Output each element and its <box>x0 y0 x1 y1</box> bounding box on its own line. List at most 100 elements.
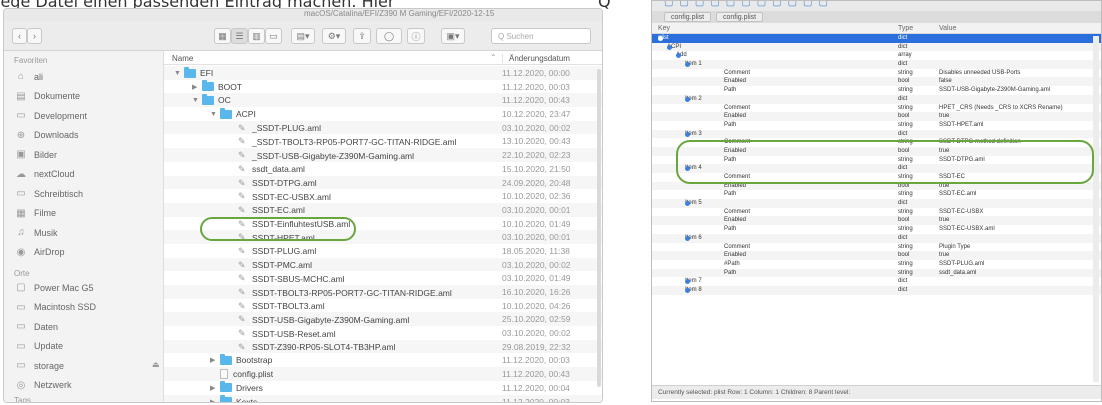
forward-button[interactable]: › <box>27 28 42 44</box>
propertree-scrollbar[interactable] <box>1093 36 1099 382</box>
file-row[interactable]: ✎ SSDT-USB-Reset.aml 03.10.2020, 00:02 <box>164 326 602 340</box>
sidebar-item-development[interactable]: ▭ Development <box>14 110 87 121</box>
sidebar-item-netzwerk[interactable]: ◎ Netzwerk <box>14 380 72 391</box>
plist-row[interactable]: Path string SSDT-USB-Gigabyte-Z390M-Gaming… <box>652 86 1101 95</box>
plist-row[interactable]: Comment string Plugin Type <box>652 243 1101 252</box>
expand-dot-icon[interactable] <box>685 235 690 241</box>
plist-row[interactable]: Comment string SSDT-EC-USBX <box>652 208 1101 217</box>
plist-row[interactable]: #Path string SSDT-PLUG.aml <box>652 260 1101 269</box>
file-row[interactable]: ✎ _SSDT-TBOLT3-RP05-PORT7-GC-TITAN-RIDGE.… <box>164 134 602 148</box>
sidebar-item-schreibtisch[interactable]: ▭ Schreibtisch <box>14 188 83 199</box>
back-button[interactable]: ‹ <box>12 28 27 44</box>
plist-row[interactable]: Path string SSDT-HPET.aml <box>652 121 1101 130</box>
plist-row[interactable]: Comment string Disables unneeded USB-Ports <box>652 69 1101 78</box>
expand-dot-icon[interactable] <box>667 44 672 50</box>
file-row[interactable]: ▶ Kexts 11.12.2020, 00:03 <box>164 394 602 403</box>
value-header[interactable]: Value <box>939 25 956 32</box>
sidebar-item-bilder[interactable]: ▣ Bilder <box>14 149 57 160</box>
sidebar-item-musik[interactable]: ♫ Musik <box>14 227 57 238</box>
info-button[interactable]: ⓘ <box>407 28 425 44</box>
expand-dot-icon[interactable] <box>685 131 690 137</box>
tab-config-plist-1[interactable]: config.plist <box>664 12 712 22</box>
file-row[interactable]: ✎ SSDT-Z390-RP05-SLOT4-TB3HP.aml 29.08.201… <box>164 339 602 354</box>
sidebar-item-power-mac-g5[interactable]: ▢ Power Mac G5 <box>14 282 93 293</box>
disclosure-closed-icon[interactable]: ▶ <box>210 356 220 364</box>
file-row[interactable]: ▼ ACPI 10.12.2020, 23:47 <box>164 107 602 121</box>
group-button[interactable]: ▤▾ <box>291 28 315 44</box>
column-name-header[interactable]: Name <box>172 54 193 63</box>
file-row[interactable]: ▼ EFI 11.12.2020, 00:00 <box>164 66 602 80</box>
plist-row[interactable]: Comment string HPET _CRS (Needs _CRS to XC… <box>652 104 1101 113</box>
plist-row[interactable]: Add array <box>652 51 1101 60</box>
plist-row[interactable]: Path string SSDT-EC.aml <box>652 190 1101 199</box>
type-header[interactable]: Type <box>898 25 913 32</box>
sidebar-item-dokumente[interactable]: ▤ Dokumente <box>14 91 80 102</box>
file-row[interactable]: ✎ SSDT-SBUS-MCHC.aml 03.10.2020, 01:49 <box>164 271 602 285</box>
sidebar-item-airdrop[interactable]: ◉ AirDrop <box>14 247 65 258</box>
plist-row[interactable]: Path string SSDT-EC-USBX.aml <box>652 225 1101 234</box>
sidebar-item-update[interactable]: ▭ Update <box>14 341 63 352</box>
plist-row[interactable]: Item 8 dict <box>652 285 1101 295</box>
file-row[interactable]: ✎ SSDT-EC-USBX.aml 10.10.2020, 02:36 <box>164 189 602 203</box>
file-row[interactable]: ✎ ssdt_data.aml 15.10.2020, 21:50 <box>164 162 602 176</box>
plist-row[interactable]: Item 3 dict <box>652 129 1101 139</box>
expand-dot-icon[interactable] <box>685 287 690 293</box>
icon-view-button[interactable]: ▦ <box>214 28 231 44</box>
expand-dot-icon[interactable] <box>658 36 663 41</box>
tags-button[interactable]: ◯ <box>376 28 402 44</box>
action-button[interactable]: ⚙▾ <box>322 28 346 44</box>
file-row[interactable]: ▶ Bootstrap 11.12.2020, 00:03 <box>164 353 602 367</box>
file-row[interactable]: ▶ Drivers 11.12.2020, 00:04 <box>164 381 602 395</box>
file-row[interactable]: ✎ _SSDT-USB-Gigabyte-Z390M-Gaming.aml 22.1… <box>164 148 602 162</box>
sidebar-item-macintosh-ssd[interactable]: ▭ Macintosh SSD <box>14 302 96 313</box>
plist-row[interactable]: Item 1 dict <box>652 60 1101 69</box>
file-row[interactable]: ✎ _SSDT-PLUG.aml 03.10.2020, 00:02 <box>164 120 602 135</box>
plist-row[interactable]: Item 6 dict <box>652 233 1101 243</box>
file-row[interactable]: ✎ SSDT-TBOLT3.aml 10.10.2020, 04:26 <box>164 299 602 313</box>
plist-row[interactable]: plist dict <box>652 34 1101 43</box>
file-row[interactable]: ✎ SSDT-TBOLT3-RP05-PORT7-GC-TITAN-RIDGE.a… <box>164 285 602 299</box>
plist-row[interactable]: Enabled bool true <box>652 112 1101 121</box>
disclosure-open-icon[interactable]: ▼ <box>174 70 184 77</box>
plist-row[interactable]: Item 5 dict <box>652 199 1101 208</box>
eject-icon[interactable]: ⏏ <box>152 360 160 369</box>
sidebar-item-storage[interactable]: ▭ storage <box>14 360 64 371</box>
search-input[interactable]: Q Suchen <box>491 28 591 44</box>
file-row[interactable]: ▼ OC 11.12.2020, 00:43 <box>164 93 602 108</box>
file-row[interactable]: config.plist 11.12.2020, 00:43 <box>164 367 602 381</box>
disclosure-open-icon[interactable]: ▼ <box>210 111 220 118</box>
disclosure-closed-icon[interactable]: ▶ <box>210 398 220 403</box>
file-row[interactable]: ✎ SSDT-DTPG.aml 24.09.2020, 20:48 <box>164 175 602 190</box>
tab-config-plist-2[interactable]: config.plist <box>716 12 764 22</box>
sidebar-item-daten[interactable]: ▭ Daten <box>14 321 58 332</box>
plist-row[interactable]: Enabled bool true <box>652 251 1101 260</box>
key-header[interactable]: Key <box>658 25 670 32</box>
status-bar: Currently selected: plist Row: 1 Column:… <box>652 385 1101 399</box>
plist-row[interactable]: ACPI dict <box>652 42 1101 52</box>
file-row[interactable]: ✎ SSDT-EC.aml 03.10.2020, 00:01 <box>164 202 602 217</box>
sidebar-item-nextcloud[interactable]: ☁ nextCloud <box>14 169 75 180</box>
plist-row[interactable]: Item 2 dict <box>652 94 1101 104</box>
column-view-button[interactable]: ▥ <box>248 28 265 44</box>
expand-dot-icon[interactable] <box>685 96 690 102</box>
disclosure-closed-icon[interactable]: ▶ <box>210 384 220 392</box>
gallery-view-button[interactable]: ▭ <box>265 28 282 44</box>
share-button[interactable]: ⇪ <box>353 28 371 44</box>
file-row[interactable]: ✎ SSDT-PMC.aml 03.10.2020, 00:02 <box>164 257 602 272</box>
sidebar-item-filme[interactable]: ▦ Filme <box>14 208 56 219</box>
sidebar-item-ali[interactable]: ⌂ ali <box>14 71 43 82</box>
file-row[interactable]: ✎ SSDT-USB-Gigabyte-Z390M-Gaming.aml 25.10… <box>164 312 602 327</box>
column-date-header[interactable]: Änderungsdatum <box>502 54 570 63</box>
sidebar-item-downloads[interactable]: ⊕ Downloads <box>14 130 79 141</box>
finder-scrollbar[interactable] <box>597 69 601 387</box>
plist-row[interactable]: Item 7 dict <box>652 277 1101 286</box>
preview-button[interactable]: ▣▾ <box>441 28 465 44</box>
disclosure-open-icon[interactable]: ▼ <box>192 97 202 104</box>
disclosure-closed-icon[interactable]: ▶ <box>192 83 202 91</box>
plist-row[interactable]: Enabled bool true <box>652 216 1101 226</box>
list-view-button[interactable]: ☰ <box>231 28 248 44</box>
file-row[interactable]: ✎ SSDT-PLUG.aml 18.05.2020, 11:38 <box>164 244 602 258</box>
file-row[interactable]: ▶ BOOT 11.12.2020, 00:03 <box>164 80 602 94</box>
plist-row[interactable]: Path string ssdt_data.aml <box>652 268 1101 278</box>
plist-row[interactable]: Enabled bool false <box>652 77 1101 87</box>
